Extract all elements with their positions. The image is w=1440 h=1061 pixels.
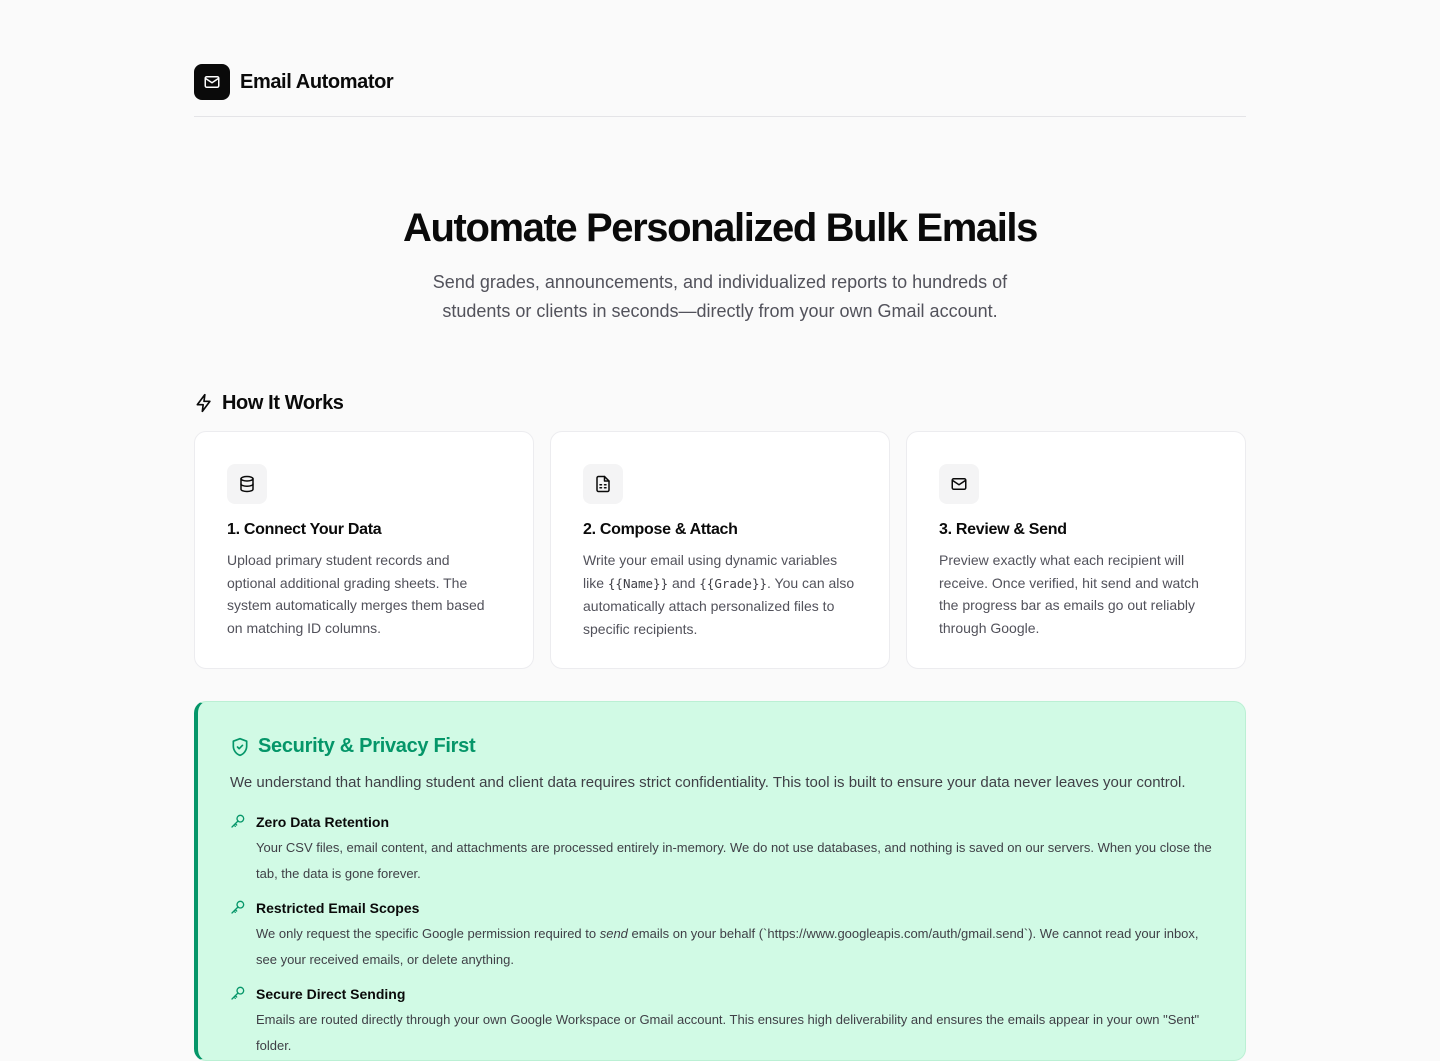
card-description: Write your email using dynamic variables… (583, 549, 857, 640)
security-panel: Security & Privacy First We understand t… (194, 701, 1246, 1061)
hero-subtitle: Send grades, announcements, and individu… (432, 272, 1008, 321)
variable-grade-code: {{Grade}} (699, 575, 767, 591)
key-icon (230, 899, 246, 915)
key-icon (230, 985, 246, 1001)
security-heading: Security & Privacy First (230, 735, 476, 758)
card-icon-box (227, 464, 267, 504)
app-logo[interactable] (194, 64, 230, 100)
card-description: Upload primary student records and optio… (227, 552, 485, 636)
hero-title: Automate Personalized Bulk Emails (403, 206, 1038, 250)
how-it-works-heading: How It Works (194, 390, 344, 416)
card-title: 3. Review & Send (939, 521, 1067, 538)
card-title: 2. Compose & Attach (583, 521, 738, 538)
steps-cards: 1. Connect Your Data Upload primary stud… (194, 431, 1246, 669)
lightning-icon (194, 393, 214, 413)
security-intro: We understand that handling student and … (230, 774, 1186, 791)
feature-description: Emails are routed directly through your … (256, 1012, 1200, 1053)
card-title: 1. Connect Your Data (227, 521, 382, 538)
app-title: Email Automator (240, 71, 394, 93)
feature-description: We only request the specific Google perm… (256, 921, 1220, 972)
desc-text: and (668, 574, 700, 591)
card-icon-box (939, 464, 979, 504)
document-icon (596, 475, 610, 493)
step-card-compose-attach: 2. Compose & Attach Write your email usi… (550, 431, 890, 669)
desc-text: We only request the specific Google perm… (256, 926, 600, 941)
how-it-works-title: How It Works (222, 391, 344, 414)
app-header: Email Automator (194, 64, 1246, 117)
feature-title: Zero Data Retention (256, 814, 390, 830)
feature-title: Secure Direct Sending (256, 986, 406, 1002)
mail-icon (951, 478, 967, 490)
step-card-connect-data: 1. Connect Your Data Upload primary stud… (194, 431, 534, 669)
mail-icon (204, 76, 220, 88)
feature-title: Restricted Email Scopes (256, 900, 420, 916)
card-icon-box (583, 464, 623, 504)
step-card-review-send: 3. Review & Send Preview exactly what ea… (906, 431, 1246, 669)
key-icon (230, 813, 246, 829)
desc-emphasis: send (599, 926, 628, 941)
feature-description: Your CSV files, email content, and attac… (256, 840, 1212, 881)
security-title: Security & Privacy First (258, 735, 476, 757)
card-description: Preview exactly what each recipient will… (939, 552, 1199, 636)
shield-check-icon (230, 737, 250, 757)
variable-name-code: {{Name}} (607, 575, 669, 591)
database-icon (240, 475, 254, 493)
